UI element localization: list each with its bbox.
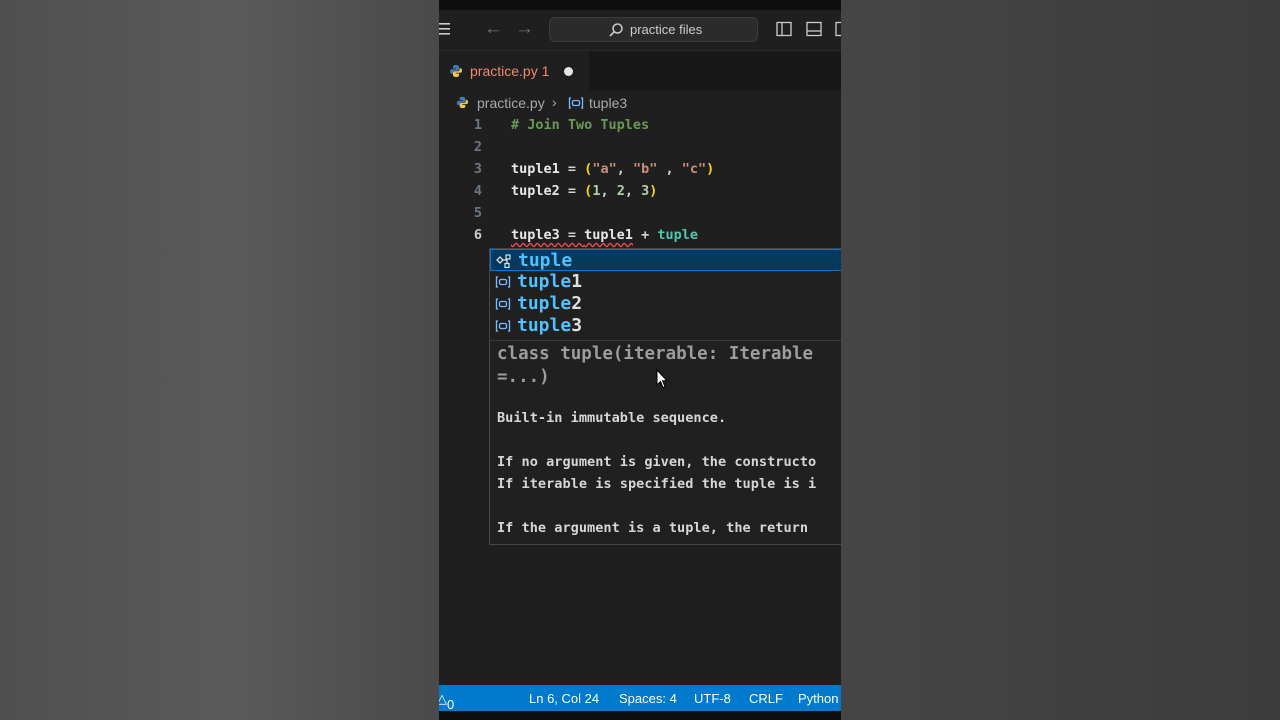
doc-line (497, 495, 841, 517)
doc-line: If iterable is specified the tuple is i (497, 476, 817, 492)
tuple1-assignment: tuple1 = ("a", "b" , "c") (511, 161, 715, 177)
code-line: 1 # Join Two Tuples (439, 114, 841, 136)
suggestion-label: tuple1 (517, 271, 583, 292)
vscode-window: ← → practice files practice.py 1 practic… (439, 0, 841, 720)
tab-label: practice.py 1 (470, 63, 550, 79)
python-file-icon (450, 65, 462, 77)
details-divider (490, 340, 841, 341)
command-center-search[interactable]: practice files (549, 17, 758, 42)
class-symbol-icon (496, 254, 511, 268)
cursor-position[interactable]: Ln 6, Col 24 (529, 691, 599, 706)
status-bar: △ 0 Ln 6, Col 24 Spaces: 4 UTF-8 CRLF Py… (439, 685, 841, 712)
suggestion-tuple2[interactable]: tuple2 (490, 293, 841, 315)
editor-tab-bar: practice.py 1 (439, 51, 841, 92)
python-file-icon (456, 96, 469, 109)
hamburger-menu-icon[interactable] (439, 22, 451, 36)
signature-details: class tuple(iterable: Iterable =...) (497, 344, 814, 387)
doc-line (497, 429, 841, 451)
tuple2-assignment: tuple2 = (1, 2, 3) (511, 183, 658, 199)
language-mode[interactable]: Python (798, 691, 838, 706)
toggle-secondary-sidebar-icon[interactable] (835, 21, 841, 37)
suggestion-label: tuple3 (517, 315, 583, 336)
code-line-active: 6 tuple3 = tuple1 + tuple (439, 224, 841, 246)
mouse-pointer-icon (656, 369, 668, 389)
code-line: 2 (439, 136, 841, 158)
encoding-status[interactable]: UTF-8 (694, 691, 731, 706)
doc-line: If the argument is a tuple, the return (497, 520, 808, 536)
suggestion-tuple3[interactable]: tuple3 (490, 315, 841, 337)
line-number: 4 (473, 183, 482, 199)
unsaved-changes-dot-icon[interactable] (564, 67, 573, 76)
tab-practice-py[interactable]: practice.py 1 (439, 51, 589, 92)
suggestion-tuple1[interactable]: tuple1 (490, 271, 841, 293)
line-number: 6 (473, 227, 482, 243)
line-number: 5 (473, 205, 482, 221)
toggle-primary-sidebar-icon[interactable] (776, 21, 792, 37)
back-arrow-icon[interactable]: ← (484, 19, 503, 39)
toggle-panel-icon[interactable] (806, 21, 822, 37)
doc-line: If no argument is given, the constructo (497, 454, 817, 470)
comment: # Join Two Tuples (511, 117, 650, 133)
doc-line: Built-in immutable sequence. (497, 410, 727, 426)
chevron-right-icon: › (552, 94, 557, 110)
breadcrumb: practice.py › tuple3 (439, 92, 841, 114)
problems-status[interactable]: △ 0 (439, 691, 454, 712)
variable-symbol-icon (495, 276, 511, 288)
search-text: practice files (630, 22, 703, 37)
line-number: 1 (473, 117, 482, 133)
breadcrumb-file[interactable]: practice.py (477, 95, 545, 111)
breadcrumb-symbol[interactable]: tuple3 (589, 95, 627, 111)
suggestion-tuple-class[interactable]: tuple (490, 249, 841, 271)
variable-symbol-icon (568, 97, 584, 109)
line-number: 3 (473, 161, 482, 177)
code-line: 5 (439, 202, 841, 224)
forward-arrow-icon[interactable]: → (515, 19, 534, 39)
code-line: 3 tuple1 = ("a", "b" , "c") (439, 158, 841, 180)
variable-symbol-icon (495, 298, 511, 310)
tuple3-assignment: tuple3 = tuple1 + tuple (511, 227, 698, 243)
code-line: 4 tuple2 = (1, 2, 3) (439, 180, 841, 202)
line-number: 2 (473, 139, 482, 155)
suggestion-label: tuple (518, 250, 573, 271)
bottom-black-strip (439, 711, 841, 720)
top-black-strip (439, 0, 841, 10)
indentation-status[interactable]: Spaces: 4 (619, 691, 677, 706)
search-icon (609, 23, 623, 37)
eol-status[interactable]: CRLF (749, 691, 783, 706)
autocomplete-suggest-widget: tuple tuple1 tuple2 tuple3 class tuple(i… (489, 248, 841, 545)
variable-symbol-icon (495, 320, 511, 332)
title-bar: ← → practice files (439, 10, 841, 51)
video-letterbox-right (841, 0, 1280, 720)
suggestion-label: tuple2 (517, 293, 583, 314)
